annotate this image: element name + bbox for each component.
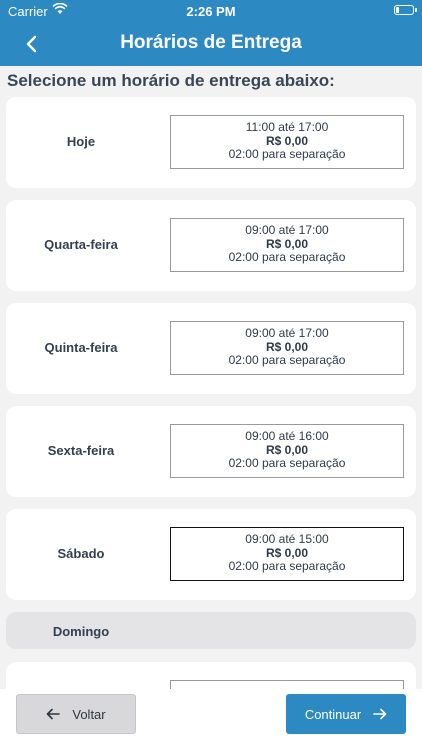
status-time: 2:26 PM [186, 4, 236, 19]
slot-separation: 02:00 para separação [228, 147, 346, 161]
slot-separation: 02:00 para separação [228, 250, 346, 264]
day-card-sabado: Sábado 09:00 até 15:00 R$ 0,00 02:00 par… [6, 509, 416, 600]
delivery-slot[interactable]: 09:00 até 17:00 R$ 0,00 02:00 para separ… [170, 321, 404, 375]
delivery-slot[interactable]: 09:00 até 17:00 R$ 0,00 02:00 para separ… [170, 218, 404, 272]
slot-time: 09:00 até 16:00 [245, 429, 329, 443]
slot-price: R$ 0,00 [265, 133, 309, 148]
day-label: Sexta-feira [47, 443, 115, 458]
slot-separation: 02:00 para separação [228, 353, 346, 367]
day-card-quinta: Quinta-feira 09:00 até 17:00 R$ 0,00 02:… [6, 303, 416, 394]
slot-time: 09:00 até 15:00 [245, 532, 329, 546]
slot-price: R$ 0,00 [265, 236, 309, 251]
slot-price: R$ 0,00 [265, 339, 309, 354]
nav-bar: Horários de Entrega [0, 22, 422, 66]
slot-price: R$ 0,00 [265, 442, 309, 457]
delivery-slot-selected[interactable]: 09:00 até 15:00 R$ 0,00 02:00 para separ… [170, 527, 404, 581]
voltar-label: Voltar [72, 706, 106, 722]
page-title: Horários de Entrega [120, 32, 302, 53]
day-card-quarta: Quarta-feira 09:00 até 17:00 R$ 0,00 02:… [6, 200, 416, 291]
day-label: Sábado [57, 546, 105, 561]
arrow-left-icon [46, 708, 61, 720]
continuar-button[interactable]: Continuar [286, 694, 406, 734]
day-label: Hoje [66, 134, 96, 149]
day-label: Quinta-feira [44, 340, 118, 355]
battery-icon [394, 5, 417, 15]
continuar-label: Continuar [304, 706, 362, 722]
slot-price: R$ 0,00 [265, 545, 309, 560]
day-card-hoje: Hoje 11:00 até 17:00 R$ 0,00 02:00 para … [6, 97, 416, 188]
section-heading: Selecione um horário de entrega abaixo: [7, 71, 335, 90]
slot-time: 11:00 até 17:00 [245, 120, 329, 134]
delivery-slot[interactable]: 11:00 até 17:00 R$ 0,00 02:00 para separ… [170, 115, 404, 169]
voltar-button[interactable]: Voltar [16, 694, 136, 734]
status-bar: Carrier 2:26 PM [0, 0, 422, 22]
delivery-slot[interactable]: 09:00 até 16:00 R$ 0,00 02:00 para separ… [170, 424, 404, 478]
arrow-right-icon [373, 708, 387, 720]
day-label: Quarta-feira [44, 237, 118, 252]
day-card-sexta: Sexta-feira 09:00 até 16:00 R$ 0,00 02:0… [6, 406, 416, 497]
day-card-domingo-disabled: Domingo [6, 612, 416, 649]
slot-separation: 02:00 para separação [228, 456, 346, 470]
slot-time: 09:00 até 17:00 [245, 223, 329, 237]
day-label: Domingo [52, 624, 110, 639]
slot-time: 09:00 até 17:00 [245, 326, 329, 340]
bottom-bar: Voltar Continuar [0, 689, 422, 750]
slot-separation: 02:00 para separação [228, 559, 346, 573]
